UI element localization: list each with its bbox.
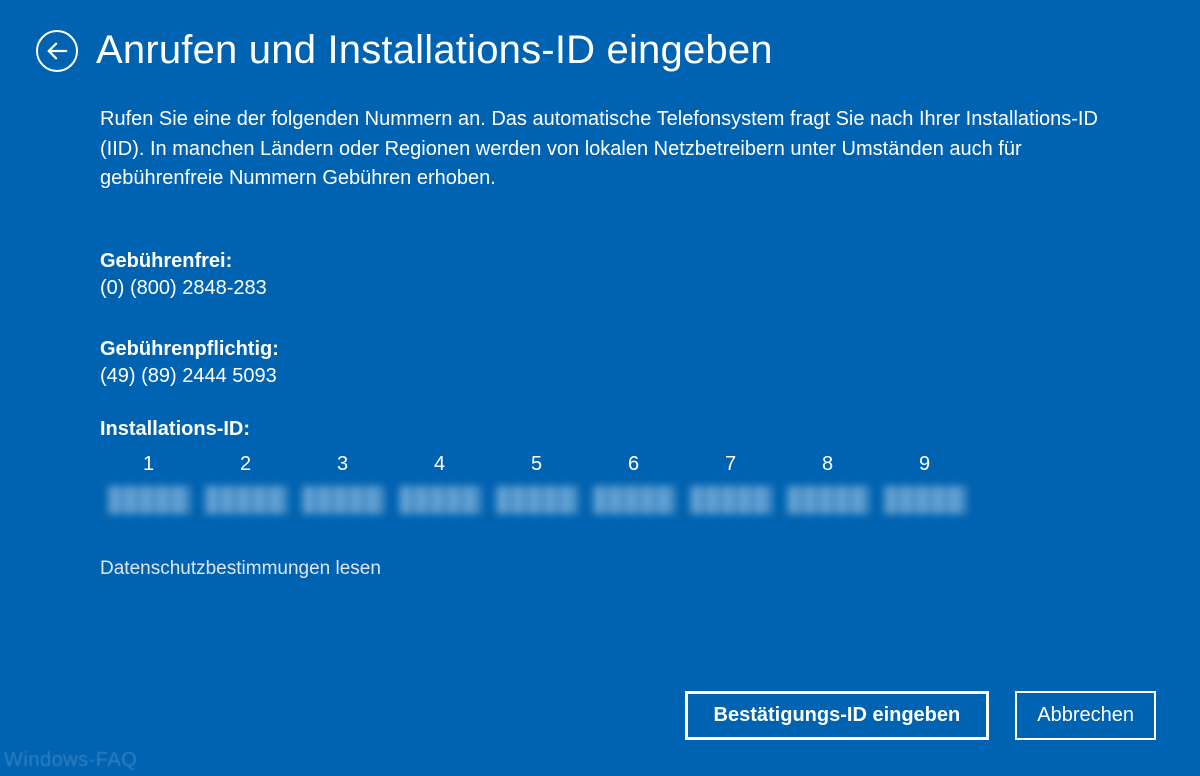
iid-column: 2: [197, 453, 294, 514]
iid-value-obscured: [496, 486, 578, 514]
iid-column-number: 9: [919, 453, 930, 476]
privacy-link[interactable]: Datenschutzbestimmungen lesen: [100, 558, 1100, 580]
iid-column: 3: [294, 453, 391, 514]
iid-value-obscured: [593, 486, 675, 514]
installation-id-grid: 1 2 3 4 5 6 7: [100, 453, 1100, 514]
iid-column-number: 2: [240, 453, 251, 476]
watermark-text: Windows-FAQ: [4, 749, 137, 772]
iid-column: 1: [100, 453, 197, 514]
iid-column: 8: [779, 453, 876, 514]
iid-column: 9: [876, 453, 973, 514]
iid-value-obscured: [205, 486, 287, 514]
iid-value-obscured: [690, 486, 772, 514]
description-text: Rufen Sie eine der folgenden Nummern an.…: [100, 105, 1100, 194]
iid-value-obscured: [108, 486, 190, 514]
iid-value-obscured: [302, 486, 384, 514]
iid-column-number: 4: [434, 453, 445, 476]
iid-value-obscured: [787, 486, 869, 514]
iid-column-number: 1: [143, 453, 154, 476]
toll-free-number: (0) (800) 2848-283: [100, 277, 1100, 300]
installation-id-label: Installations-ID:: [100, 418, 1100, 441]
toll-free-label: Gebührenfrei:: [100, 250, 1100, 273]
cancel-button[interactable]: Abbrechen: [1015, 691, 1156, 740]
iid-column: 7: [682, 453, 779, 514]
iid-column-number: 5: [531, 453, 542, 476]
iid-column: 6: [585, 453, 682, 514]
toll-label: Gebührenpflichtig:: [100, 338, 1100, 361]
iid-column-number: 7: [725, 453, 736, 476]
iid-column-number: 6: [628, 453, 639, 476]
enter-confirmation-id-button[interactable]: Bestätigungs-ID eingeben: [685, 691, 990, 740]
back-button[interactable]: [36, 30, 78, 72]
iid-value-obscured: [884, 486, 966, 514]
page-title: Anrufen und Installations-ID eingeben: [96, 28, 773, 73]
iid-column-number: 8: [822, 453, 833, 476]
arrow-left-icon: [46, 40, 68, 62]
iid-column: 4: [391, 453, 488, 514]
iid-column-number: 3: [337, 453, 348, 476]
iid-value-obscured: [399, 486, 481, 514]
toll-number: (49) (89) 2444 5093: [100, 365, 1100, 388]
iid-column: 5: [488, 453, 585, 514]
